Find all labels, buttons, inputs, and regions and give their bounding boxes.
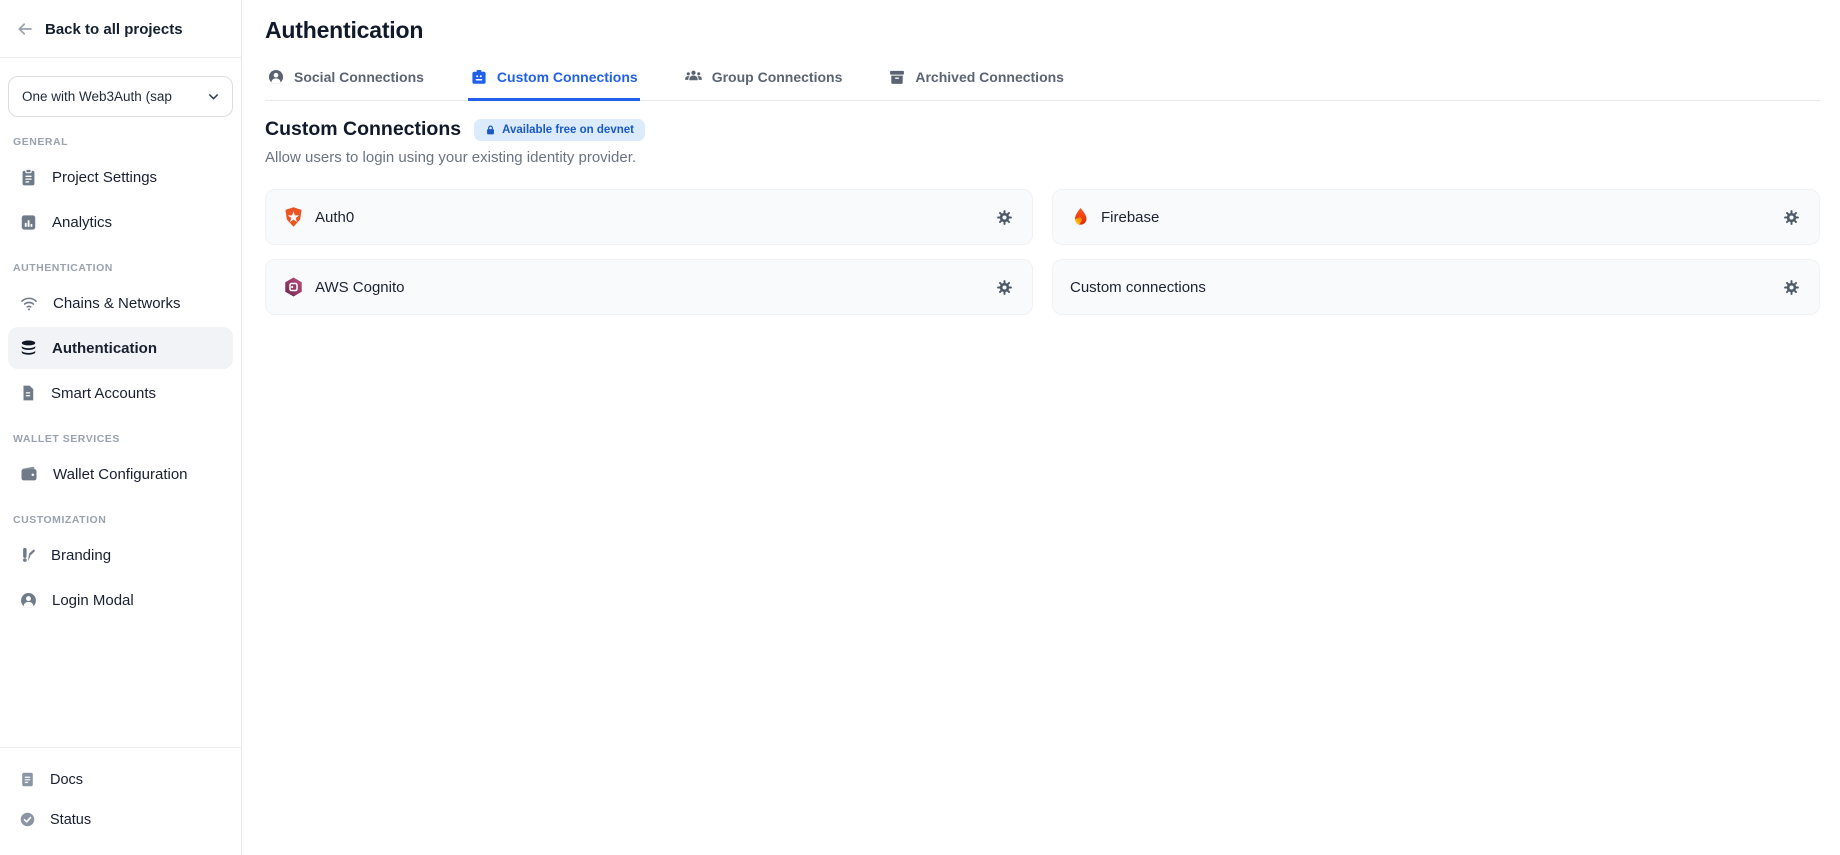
card-label: AWS Cognito <box>315 279 404 296</box>
tab-group-connections[interactable]: Group Connections <box>682 65 845 101</box>
sidebar-item-label: Wallet Configuration <box>53 466 188 483</box>
sidebar-item-project-settings[interactable]: Project Settings <box>8 156 233 198</box>
sidebar-item-label: Branding <box>51 547 111 564</box>
sidebar-item-analytics[interactable]: Analytics <box>8 201 233 243</box>
sidebar-item-label: Login Modal <box>52 592 134 609</box>
sidebar-item-label: Chains & Networks <box>53 295 181 312</box>
sidebar-footer: Docs Status <box>0 747 241 855</box>
sidebar: Back to all projects One with Web3Auth (… <box>0 0 242 855</box>
firebase-settings-button[interactable] <box>1781 207 1802 228</box>
card-firebase[interactable]: Firebase <box>1052 189 1820 245</box>
sidebar-item-label: Docs <box>50 772 83 788</box>
card-aws-cognito[interactable]: AWS Cognito <box>265 259 1033 315</box>
document-icon <box>19 771 36 788</box>
card-label: Auth0 <box>315 209 354 226</box>
sidebar-nav: GENERAL Project Settings <box>0 117 241 624</box>
back-label: Back to all projects <box>45 21 183 38</box>
devnet-badge-label: Available free on devnet <box>502 124 634 136</box>
gear-icon <box>996 209 1013 226</box>
sidebar-item-authentication[interactable]: Authentication <box>8 327 233 369</box>
devnet-badge: Available free on devnet <box>474 119 645 141</box>
file-icon <box>19 384 37 402</box>
bar-chart-icon <box>19 213 38 232</box>
section-header-general: GENERAL <box>13 136 228 148</box>
gear-icon <box>1783 209 1800 226</box>
lock-icon <box>485 124 496 136</box>
sidebar-item-label: Authentication <box>52 340 157 357</box>
section-title: Custom Connections <box>265 118 461 141</box>
custom-connections-settings-button[interactable] <box>1781 277 1802 298</box>
tab-label: Custom Connections <box>497 69 638 85</box>
project-selector-value: One with Web3Auth (sap <box>22 89 172 104</box>
sidebar-spacer <box>0 624 241 747</box>
card-custom-connections[interactable]: Custom connections <box>1052 259 1820 315</box>
sidebar-item-docs[interactable]: Docs <box>8 761 233 798</box>
section-header-authentication: AUTHENTICATION <box>13 262 228 274</box>
aws-cognito-logo <box>283 276 304 298</box>
project-selector[interactable]: One with Web3Auth (sap <box>8 76 233 117</box>
id-badge-icon <box>470 68 488 86</box>
sidebar-item-label: Project Settings <box>52 169 157 186</box>
firebase-logo <box>1070 206 1090 228</box>
section-header-customization: CUSTOMIZATION <box>13 514 228 526</box>
aws-cognito-settings-button[interactable] <box>994 277 1015 298</box>
tab-archived-connections[interactable]: Archived Connections <box>886 65 1066 101</box>
main-content: Authentication Social Connections <box>242 0 1840 315</box>
user-circle-icon <box>267 68 285 86</box>
archive-icon <box>888 68 906 86</box>
sidebar-item-status[interactable]: Status <box>8 801 233 838</box>
tab-custom-connections[interactable]: Custom Connections <box>468 65 640 101</box>
sidebar-item-wallet-configuration[interactable]: Wallet Configuration <box>8 453 233 495</box>
auth0-logo <box>283 206 304 228</box>
page-title: Authentication <box>265 17 1820 44</box>
tab-label: Social Connections <box>294 69 424 85</box>
section-header: Custom Connections Available free on dev… <box>265 118 1820 141</box>
sidebar-item-label: Status <box>50 812 91 828</box>
arrow-left-icon <box>16 20 34 38</box>
card-auth0[interactable]: Auth0 <box>265 189 1033 245</box>
sidebar-item-login-modal[interactable]: Login Modal <box>8 579 233 621</box>
gear-icon <box>1783 279 1800 296</box>
tab-bar: Social Connections Custom Connections <box>265 65 1820 101</box>
check-circle-icon <box>19 811 36 828</box>
brush-icon <box>19 546 37 564</box>
sidebar-item-smart-accounts[interactable]: Smart Accounts <box>8 372 233 414</box>
sidebar-item-branding[interactable]: Branding <box>8 534 233 576</box>
chevron-down-icon <box>206 89 221 104</box>
sidebar-item-chains-networks[interactable]: Chains & Networks <box>8 282 233 324</box>
tab-social-connections[interactable]: Social Connections <box>265 65 426 101</box>
clipboard-icon <box>19 168 38 187</box>
wallet-icon <box>19 464 39 484</box>
auth0-settings-button[interactable] <box>994 207 1015 228</box>
users-icon <box>684 67 703 86</box>
card-label: Firebase <box>1101 209 1159 226</box>
sidebar-item-label: Smart Accounts <box>51 385 156 402</box>
database-icon <box>19 339 38 358</box>
section-header-wallet-services: WALLET SERVICES <box>13 433 228 445</box>
back-to-projects-button[interactable]: Back to all projects <box>0 0 241 58</box>
card-label: Custom connections <box>1070 279 1206 296</box>
section-subtitle: Allow users to login using your existing… <box>265 149 1820 166</box>
tab-label: Archived Connections <box>915 69 1064 85</box>
sidebar-item-label: Analytics <box>52 214 112 231</box>
user-circle-icon <box>19 591 38 610</box>
wifi-icon <box>19 293 39 313</box>
gear-icon <box>996 279 1013 296</box>
tab-label: Group Connections <box>712 69 843 85</box>
connections-grid: Auth0 <box>265 189 1820 315</box>
